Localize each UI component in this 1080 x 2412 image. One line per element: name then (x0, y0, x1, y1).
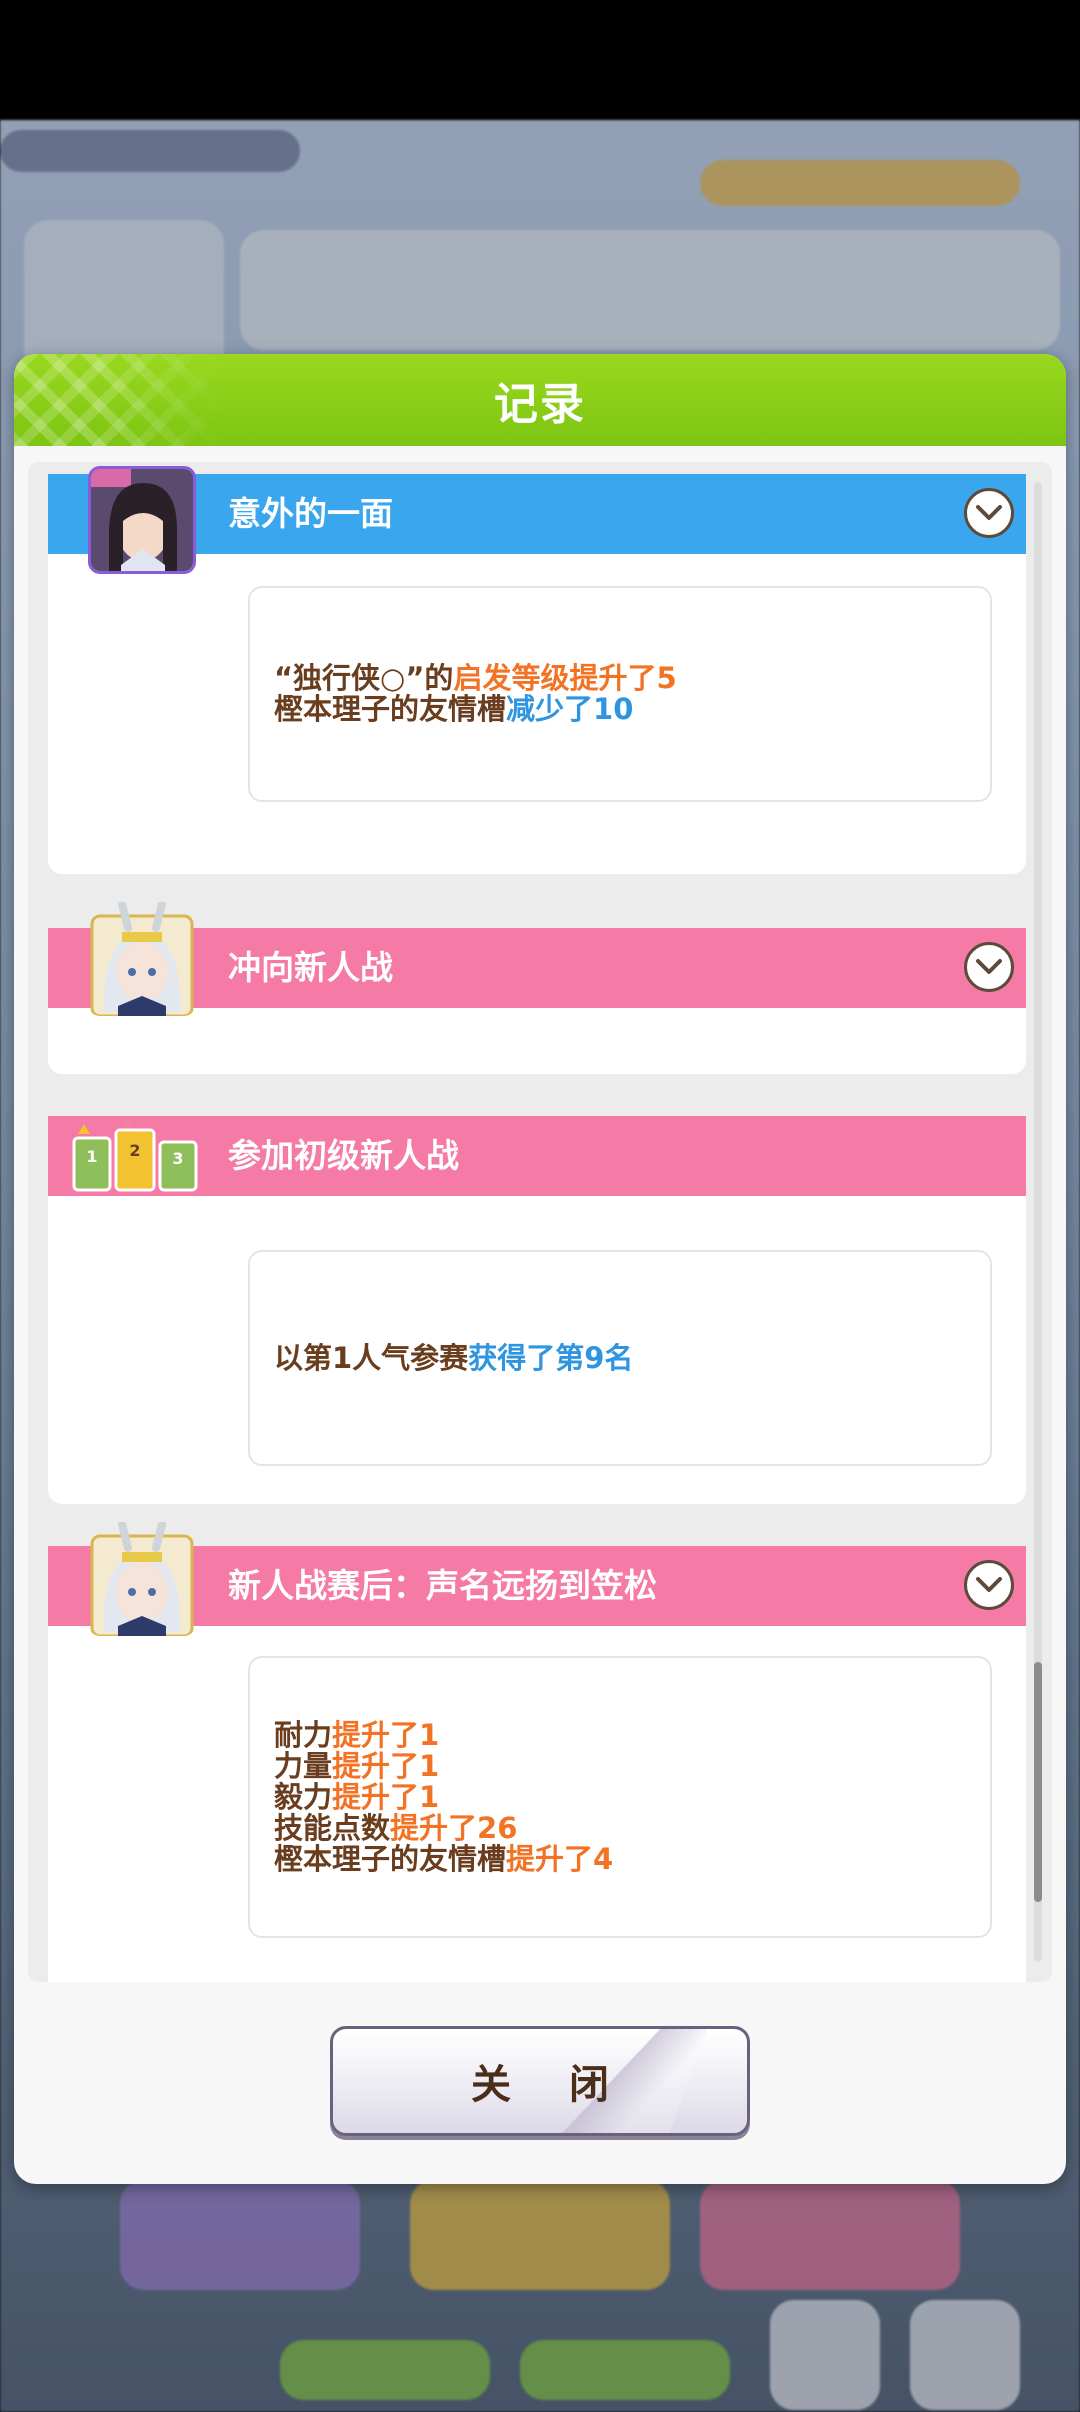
record-title: 意外的一面 (228, 494, 393, 533)
scrollbar[interactable] (1034, 482, 1042, 1962)
dialog-header: 记录 (14, 354, 1066, 446)
record-list[interactable]: 意外的一面 “独行侠○”的启发等级提升了5 樫本理子的友情槽减少了10 冲向新人… (28, 462, 1052, 1982)
svg-text:1: 1 (86, 1147, 97, 1166)
svg-text:2: 2 (129, 1141, 140, 1160)
scrollbar-thumb[interactable] (1034, 1662, 1042, 1902)
message-line: 毅力提升了1 (274, 1779, 440, 1814)
record-title: 新人战赛后：声名远扬到笠松 (228, 1566, 657, 1605)
message-line: “独行侠○”的启发等级提升了5 (274, 661, 677, 695)
record-dialog: 记录 意外的一面 “独行侠○”的启发等级提升了5 樫本理子的友情槽减少了10 冲… (14, 354, 1066, 2184)
record-message: 以第1人气参赛获得了第9名 (248, 1250, 992, 1466)
close-button[interactable]: 关 闭 (330, 2026, 750, 2136)
svg-text:3: 3 (172, 1149, 183, 1168)
message-line: 以第1人气参赛获得了第9名 (274, 1340, 634, 1375)
chevron-down-icon[interactable] (964, 488, 1014, 538)
message-line: 技能点数提升了26 (274, 1810, 518, 1845)
chevron-down-icon[interactable] (964, 1560, 1014, 1610)
close-button-label: 关 闭 (471, 2062, 631, 2108)
message-line: 耐力提升了1 (274, 1717, 440, 1752)
record-title: 参加初级新人战 (228, 1136, 459, 1175)
message-line: 樫本理子的友情槽提升了4 (274, 1841, 614, 1876)
record-message: “独行侠○”的启发等级提升了5 樫本理子的友情槽减少了10 (248, 586, 992, 802)
chevron-down-icon[interactable] (964, 942, 1014, 992)
record-message: 耐力提升了1 力量提升了1 毅力提升了1 技能点数提升了26 樫本理子的友情槽提… (248, 1656, 992, 1938)
race-ranking-icon: 1 2 3 (68, 1116, 218, 1196)
message-line: 力量提升了1 (274, 1748, 440, 1783)
status-bar (0, 0, 1080, 120)
character-portrait-icon (88, 902, 196, 1016)
message-line: 樫本理子的友情槽减少了10 (274, 692, 634, 726)
record-title: 冲向新人战 (228, 948, 393, 987)
character-portrait-icon (88, 466, 196, 574)
dialog-title: 记录 (494, 379, 586, 430)
character-portrait-icon (88, 1522, 196, 1636)
header-pattern (14, 354, 224, 446)
